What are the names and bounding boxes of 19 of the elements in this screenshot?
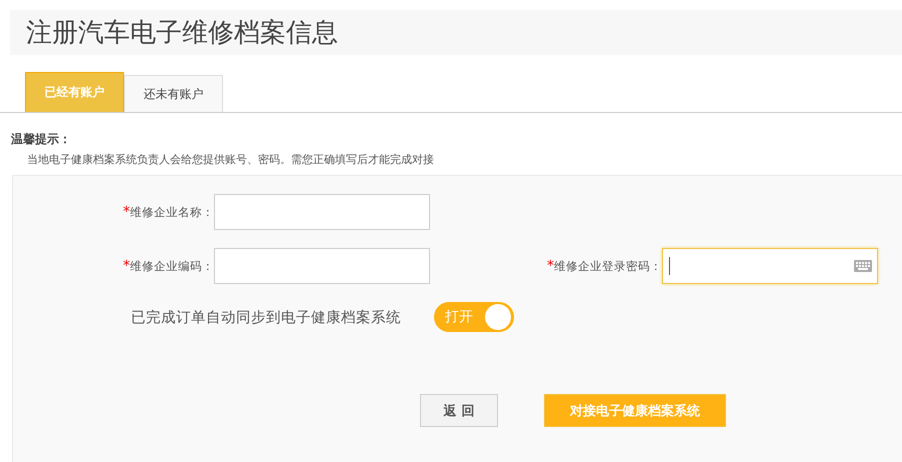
input-field[interactable] [662,248,878,284]
tab[interactable]: 已经有账户 [25,72,124,112]
field-label: *维修企业名称： [122,204,214,220]
required-mark: * [547,258,554,274]
field-label: *维修企业登录密码： [546,258,662,274]
input-field[interactable] [214,194,430,230]
tip-heading: 温馨提示： [11,131,72,148]
toggle-switch[interactable]: 打开 [434,302,514,332]
back-button[interactable]: 返 回 [420,394,498,427]
sync-label: 已完成订单自动同步到电子健康档案系统 [131,308,402,326]
input-field[interactable] [214,248,430,284]
connect-button[interactable]: 对接电子健康档案系统 [544,394,726,427]
tab[interactable]: 还未有账户 [124,75,223,112]
keyboard-icon[interactable] [854,260,872,272]
field-label: *维修企业编码： [122,258,214,274]
page-title: 注册汽车电子维修档案信息 [26,17,338,50]
required-mark: * [123,258,130,274]
tip-text: 当地电子健康档案系统负责人会给您提供账号、密码。需您正确填写后才能完成对接 [26,152,435,167]
required-mark: * [123,204,130,220]
